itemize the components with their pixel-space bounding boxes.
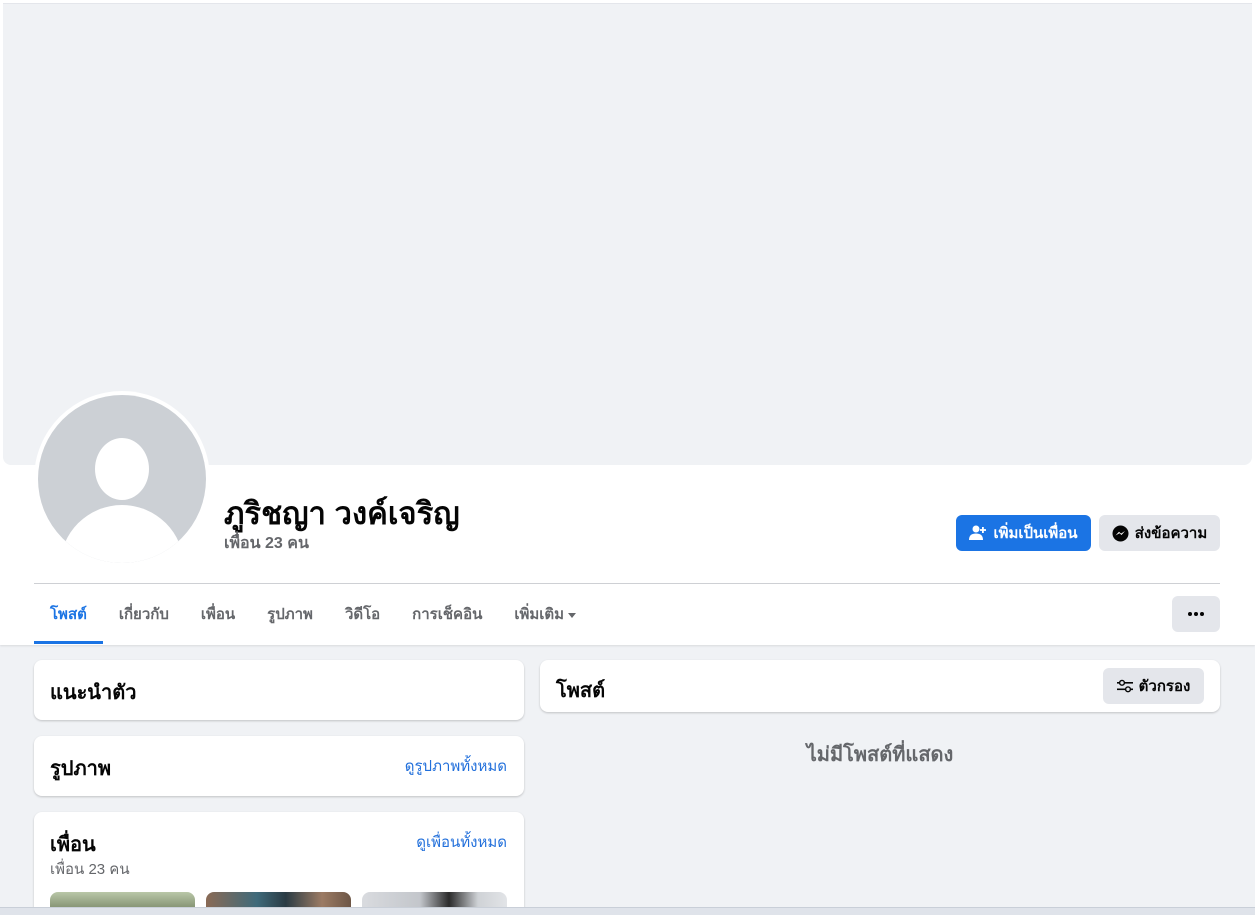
more-dots-icon (1188, 612, 1192, 616)
intro-title: แนะนำตัว (50, 682, 137, 704)
send-message-label: ส่งข้อความ (1134, 525, 1208, 542)
filter-button[interactable]: ตัวกรอง (1103, 668, 1204, 704)
profile-picture[interactable] (34, 391, 210, 567)
posts-card: โพสต์ ตัวกรอง (540, 660, 1220, 712)
tab-more[interactable]: เพิ่มเติม (498, 584, 592, 644)
photos-title: รูปภาพ (50, 758, 112, 780)
send-message-button[interactable]: ส่งข้อความ (1099, 515, 1220, 551)
tab-photos[interactable]: รูปภาพ (251, 584, 329, 644)
friend-count[interactable]: เพื่อน 23 คน (224, 531, 309, 556)
add-friend-label: เพิ่มเป็นเพื่อน (993, 525, 1078, 542)
friends-card: เพื่อน ดูเพื่อนทั้งหมด เพื่อน 23 คน (34, 812, 524, 915)
taskbar-edge (0, 907, 1255, 915)
see-all-photos-link[interactable]: ดูรูปภาพทั้งหมด (405, 754, 507, 778)
filter-label: ตัวกรอง (1138, 678, 1191, 695)
add-friend-icon (969, 525, 987, 540)
friends-title: เพื่อน (50, 834, 96, 856)
messenger-icon (1112, 525, 1129, 541)
avatar-head (95, 438, 149, 500)
no-posts-message: ไม่มีโพสต์ที่แสดง (806, 744, 954, 766)
tab-videos[interactable]: วิดีโอ (329, 584, 396, 644)
profile-tabs: โพสต์ เกี่ยวกับ เพื่อน รูปภาพ วิดีโอ การ… (34, 584, 592, 644)
caret-down-icon (568, 612, 577, 618)
friends-count: เพื่อน 23 คน (50, 861, 130, 878)
cover-photo[interactable] (3, 3, 1252, 465)
more-options-button[interactable] (1172, 596, 1220, 632)
intro-card: แนะนำตัว (34, 660, 524, 720)
photos-card: รูปภาพ ดูรูปภาพทั้งหมด (34, 736, 524, 796)
add-friend-button[interactable]: เพิ่มเป็นเพื่อน (956, 515, 1091, 551)
posts-title: โพสต์ (556, 680, 606, 702)
tab-about[interactable]: เกี่ยวกับ (103, 584, 185, 644)
tab-posts[interactable]: โพสต์ (34, 584, 103, 644)
default-avatar-icon (38, 395, 206, 563)
profile-header: ภูริชญา วงค์เจริญ เพื่อน 23 คน เพิ่มเป็น… (0, 0, 1255, 645)
tab-friends[interactable]: เพื่อน (185, 584, 251, 644)
avatar-body (60, 505, 184, 563)
filter-sliders-icon (1116, 679, 1133, 693)
tab-checkins[interactable]: การเช็คอิน (396, 584, 498, 644)
see-all-friends-link[interactable]: ดูเพื่อนทั้งหมด (416, 830, 507, 854)
